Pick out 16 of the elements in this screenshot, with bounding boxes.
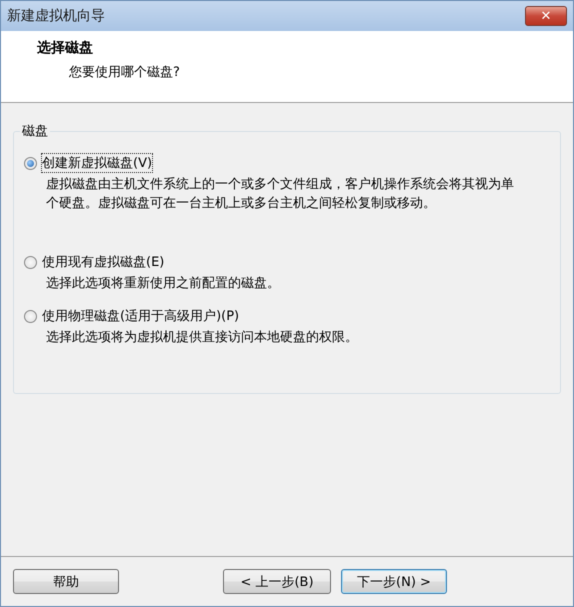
option-label[interactable]: 使用现有虚拟磁盘(E) <box>42 253 164 271</box>
option-label[interactable]: 创建新虚拟磁盘(V) <box>42 154 152 172</box>
close-button[interactable]: ✕ <box>525 6 567 26</box>
page-subtitle: 您要使用哪个磁盘? <box>68 64 181 81</box>
radio-button[interactable] <box>24 310 37 322</box>
option-label[interactable]: 使用物理磁盘(适用于高级用户)(P) <box>42 307 240 325</box>
next-button[interactable]: 下一步(N) > <box>341 569 447 594</box>
option-description: 选择此选项将重新使用之前配置的磁盘。 <box>45 275 281 293</box>
page-title: 选择磁盘 <box>37 39 94 57</box>
back-button[interactable]: < 上一步(B) <box>223 569 331 594</box>
option-description: 虚拟磁盘由主机文件系统上的一个或多个文件组成，客户机操作系统会将其视为单个硬盘。虚拟磁盘可在一台主机上或多台主机之间轻松复制或移动。 <box>45 176 515 213</box>
window-title: 新建虚拟机向导 <box>7 7 105 25</box>
option-description: 选择此选项将为虚拟机提供直接访问本地硬盘的权限。 <box>45 329 359 347</box>
radio-button[interactable] <box>24 256 37 268</box>
radio-button[interactable] <box>24 156 37 170</box>
help-button[interactable]: 帮助 <box>13 569 119 594</box>
